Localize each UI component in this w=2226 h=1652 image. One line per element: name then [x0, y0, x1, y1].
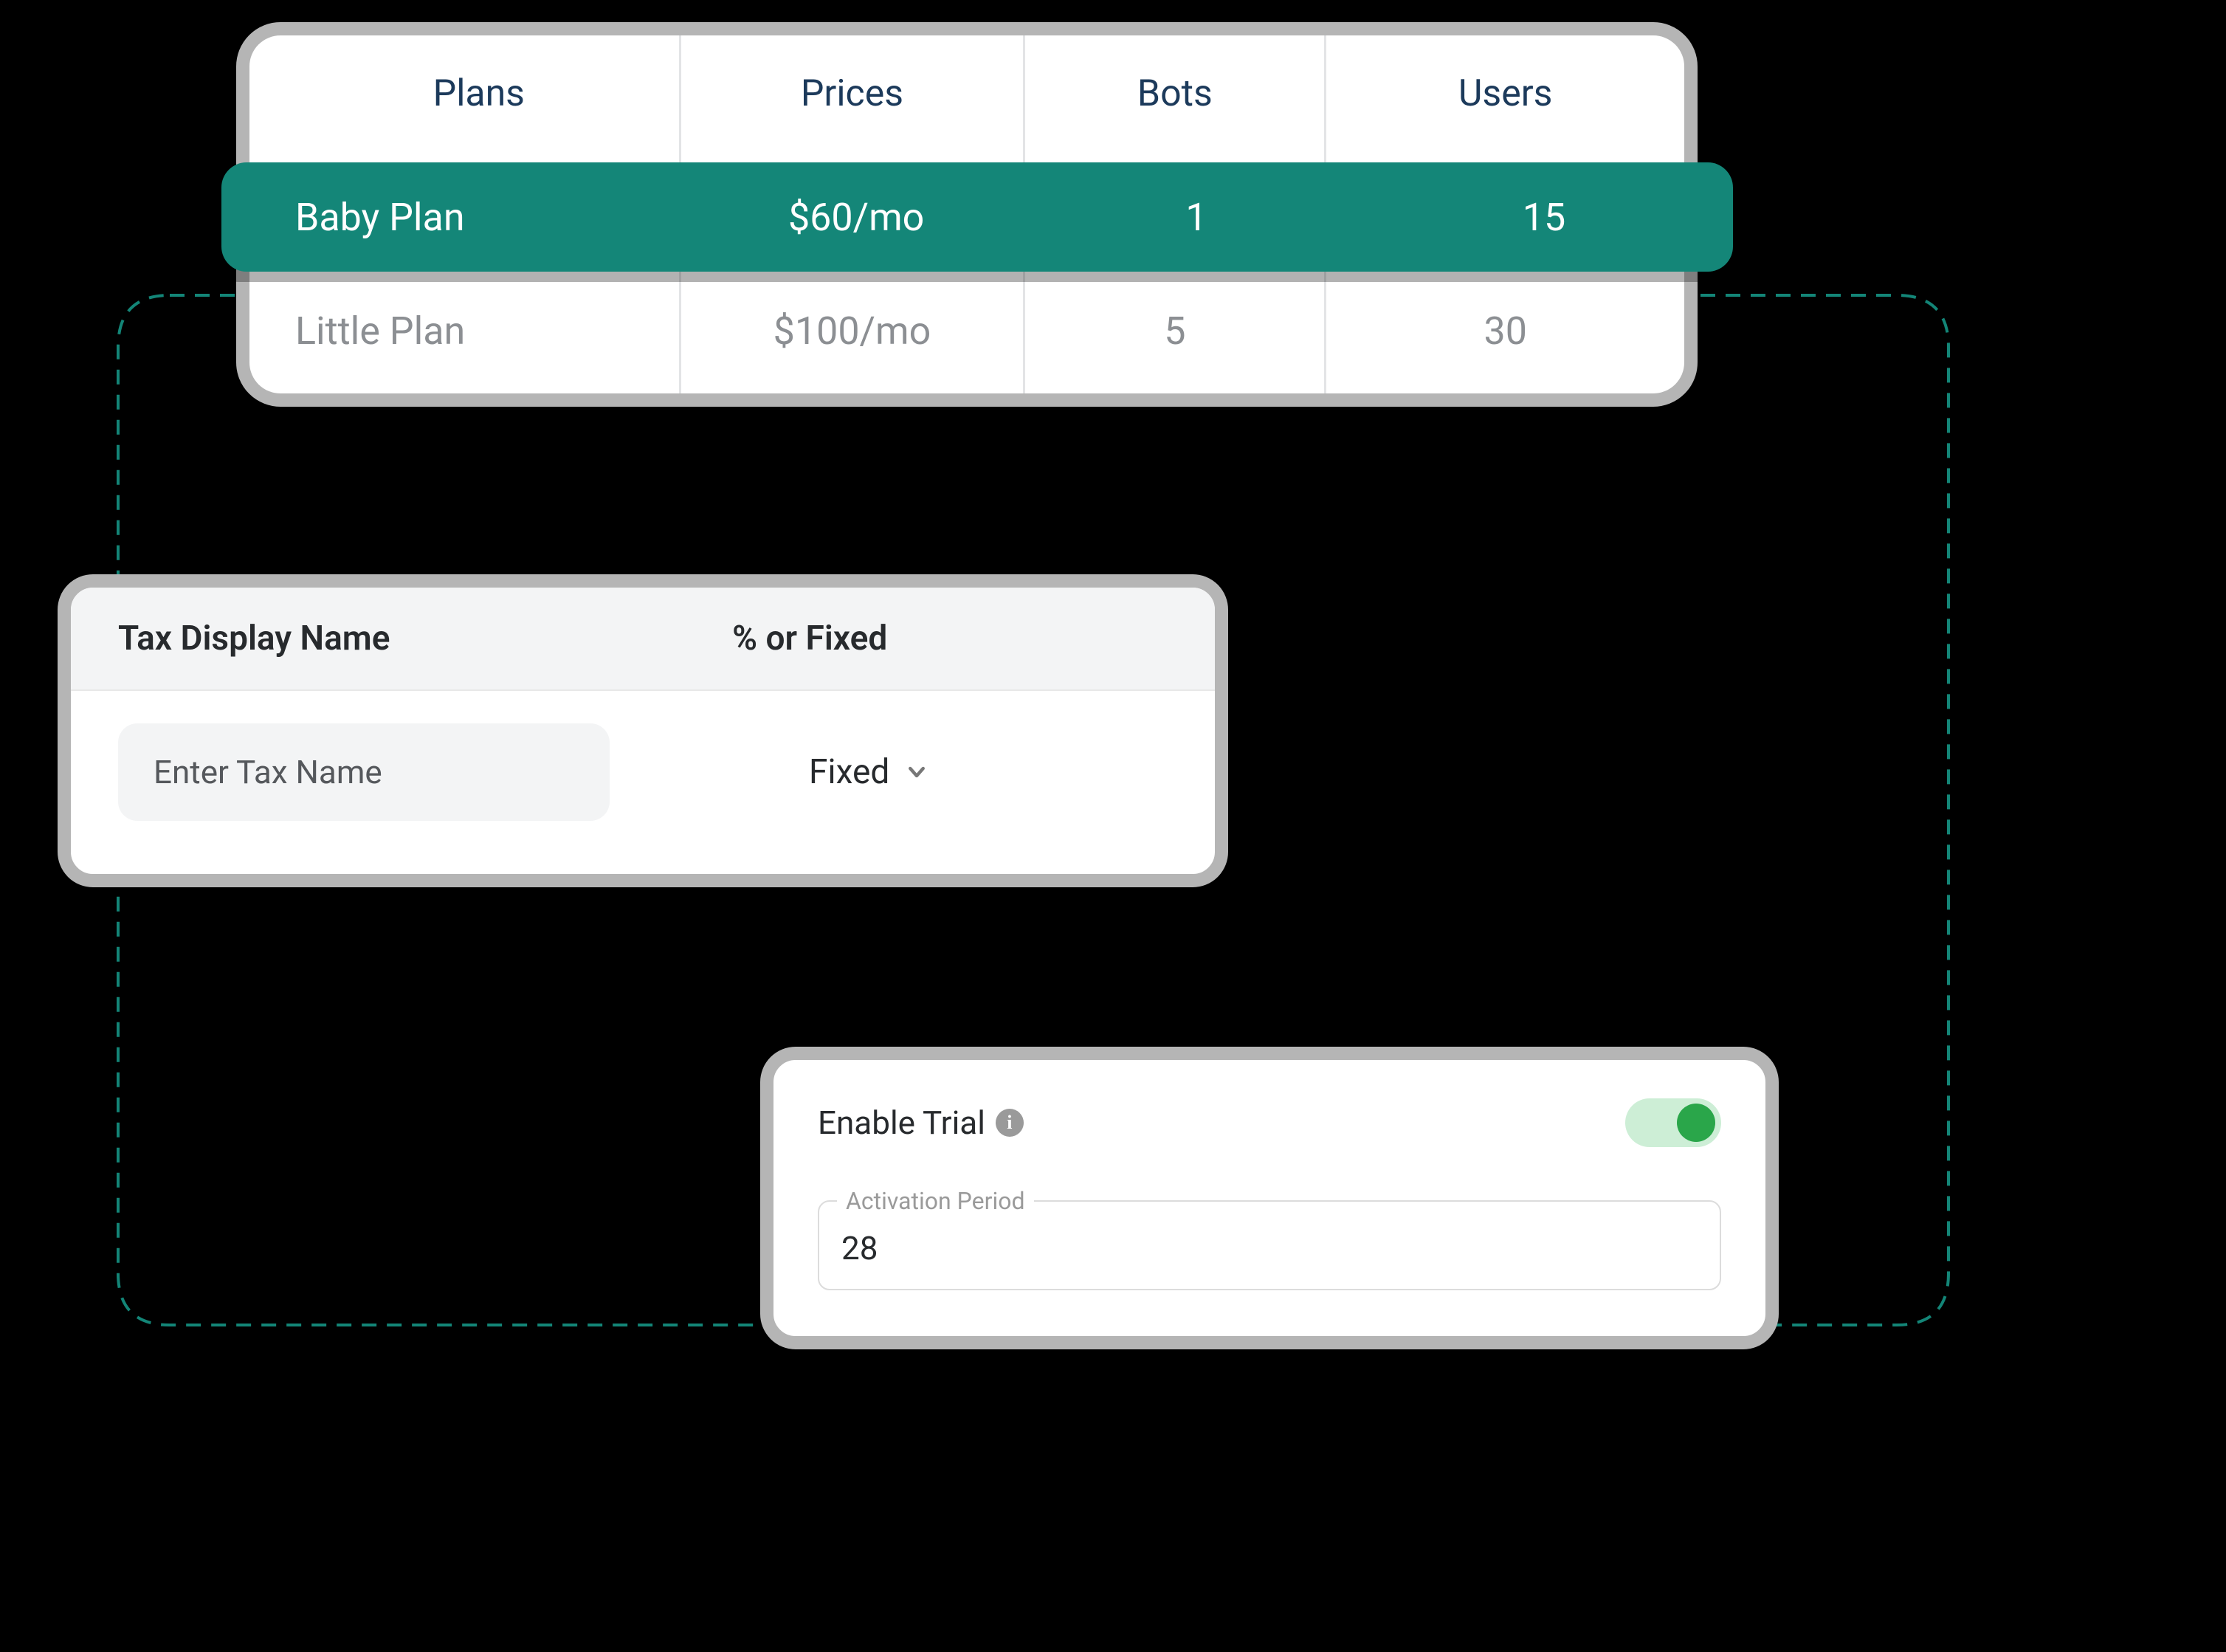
plan-users: 15	[1355, 195, 1733, 240]
tax-panel: Tax Display Name % or Fixed Fixed	[58, 574, 1228, 887]
trial-panel: Enable Trial i Activation Period	[760, 1047, 1779, 1349]
tax-type-select[interactable]: Fixed	[809, 752, 928, 792]
activation-period-legend: Activation Period	[837, 1187, 1034, 1215]
plan-name: Little Plan	[249, 269, 680, 393]
plans-panel: Plans Prices Bots Users Little Plan $100…	[236, 22, 1698, 407]
plan-price: $60/mo	[675, 195, 1038, 240]
enable-trial-label: Enable Trial	[818, 1104, 985, 1142]
tax-header-type: % or Fixed	[732, 619, 1215, 658]
plans-header-prices: Prices	[680, 35, 1024, 158]
plans-header-row: Plans Prices Bots Users	[249, 35, 1684, 158]
plans-header-users: Users	[1326, 35, 1684, 158]
plan-bots: 5	[1024, 269, 1326, 393]
plan-bots: 1	[1038, 195, 1355, 240]
tax-header: Tax Display Name % or Fixed	[71, 588, 1215, 691]
plan-name: Baby Plan	[221, 195, 675, 240]
enable-trial-toggle[interactable]	[1625, 1098, 1721, 1147]
tax-name-input[interactable]	[118, 723, 610, 821]
toggle-knob	[1677, 1104, 1715, 1142]
plans-header-plans: Plans	[249, 35, 680, 158]
plan-users: 30	[1326, 269, 1684, 393]
tax-header-name: Tax Display Name	[118, 619, 732, 658]
tax-type-value: Fixed	[809, 752, 889, 792]
plans-row-little[interactable]: Little Plan $100/mo 5 30	[249, 269, 1684, 393]
plans-row-baby-selected[interactable]: Baby Plan $60/mo 1 15	[221, 162, 1733, 272]
plans-header-bots: Bots	[1024, 35, 1326, 158]
chevron-down-icon	[906, 761, 928, 783]
plan-price: $100/mo	[680, 269, 1024, 393]
activation-period-input[interactable]	[840, 1228, 1702, 1268]
activation-period-field[interactable]: Activation Period	[818, 1200, 1721, 1290]
info-icon[interactable]: i	[996, 1109, 1024, 1137]
